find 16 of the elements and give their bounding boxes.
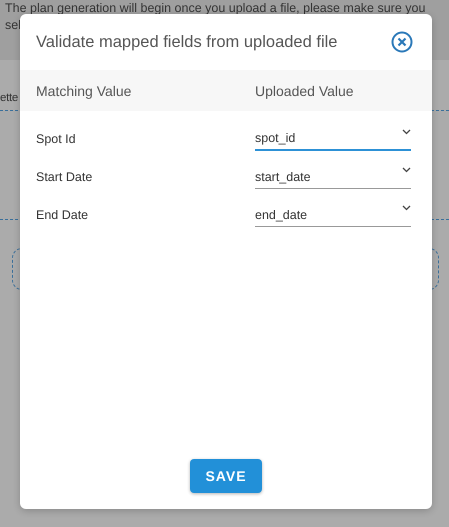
select-field[interactable]: spot_id bbox=[255, 127, 411, 151]
notice-text: sel bbox=[5, 17, 22, 34]
caret-icon bbox=[402, 129, 411, 135]
close-icon[interactable] bbox=[391, 31, 413, 53]
select-field[interactable]: end_date bbox=[255, 203, 411, 227]
dialog-title: Validate mapped fields from uploaded file bbox=[36, 32, 338, 52]
notice-text: The plan generation will begin once you upload a file, please make sure you bbox=[5, 0, 426, 17]
section-label: ette bbox=[0, 92, 18, 104]
field-label: End Date bbox=[36, 208, 90, 222]
select-field[interactable]: start_date bbox=[255, 165, 411, 189]
caret-icon bbox=[402, 205, 411, 211]
column-header: Uploaded Value bbox=[255, 82, 355, 98]
field-label: Start Date bbox=[36, 170, 94, 184]
field-label: Spot Id bbox=[36, 132, 77, 146]
column-header: Matching Value bbox=[36, 82, 132, 98]
caret-icon bbox=[402, 167, 411, 173]
